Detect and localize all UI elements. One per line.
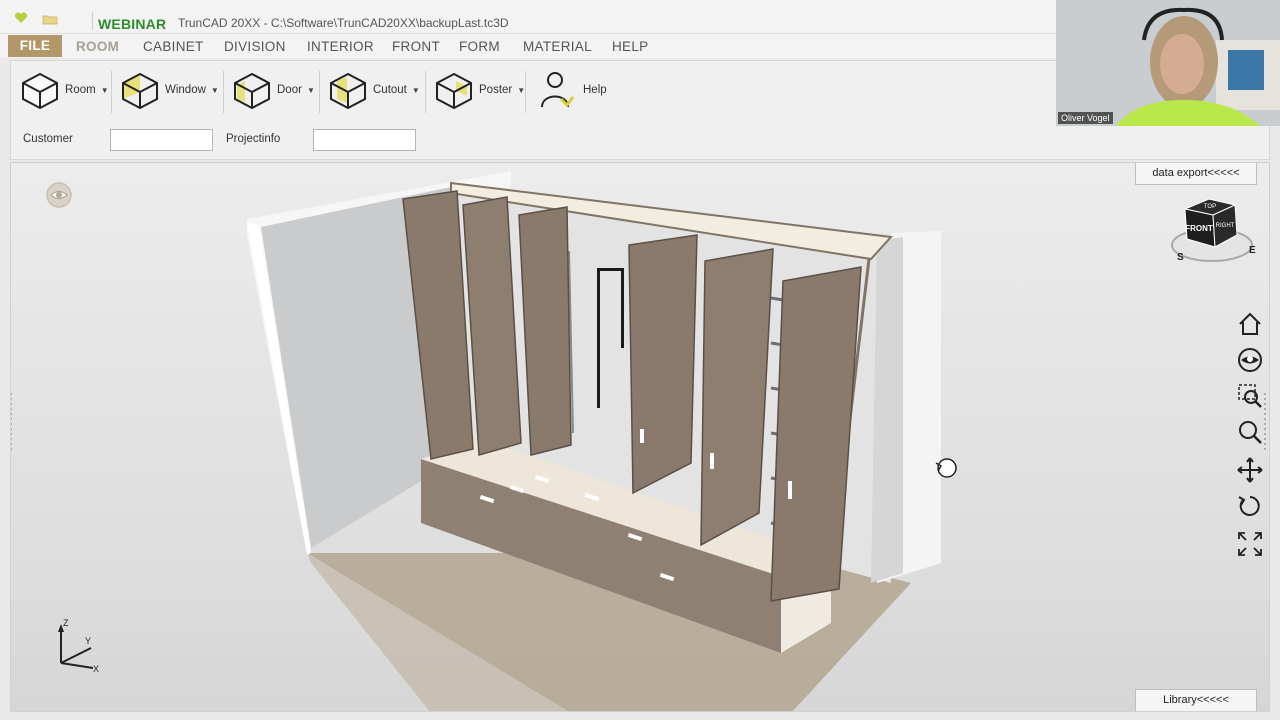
help-button-label: Help <box>583 84 607 96</box>
door-button[interactable]: Door ▼ <box>231 69 315 111</box>
cutout-icon <box>330 72 366 110</box>
zoom-window-icon[interactable] <box>1235 381 1265 411</box>
window-button[interactable]: Window ▼ <box>119 69 219 111</box>
ribbon-separator <box>525 71 526 113</box>
menu-file[interactable]: FILE <box>8 35 62 57</box>
right-panel-handle[interactable] <box>1263 393 1267 453</box>
webcam-feed-image <box>1056 0 1280 126</box>
chevron-down-icon[interactable]: ▼ <box>412 86 420 95</box>
cutout-button-label: Cutout <box>373 84 407 96</box>
ribbon-separator <box>223 71 224 113</box>
chevron-down-icon[interactable]: ▼ <box>211 86 219 95</box>
heart-icon[interactable] <box>14 12 28 24</box>
navigation-cube[interactable]: TOP FRONT RIGHT S E <box>1167 193 1257 268</box>
compass-east-label: E <box>1249 245 1256 256</box>
projectinfo-field[interactable] <box>313 129 416 151</box>
rotate-cursor-icon <box>935 458 957 478</box>
help-button[interactable]: Help <box>537 69 607 111</box>
poster-button[interactable]: Poster ▼ <box>433 69 525 111</box>
data-export-tab[interactable]: data export<<<<< <box>1135 163 1257 185</box>
chevron-down-icon[interactable]: ▼ <box>101 86 109 95</box>
menu-interior[interactable]: INTERIOR <box>307 39 374 54</box>
participant-name-label: Oliver Vogel <box>1058 112 1113 124</box>
room-button[interactable]: Room ▼ <box>19 69 109 111</box>
cutout-button[interactable]: Cutout ▼ <box>327 69 420 111</box>
3d-viewport[interactable]: data export<<<<< TOP FRONT RIGHT S E Z Y… <box>10 162 1270 712</box>
customer-label: Customer <box>23 133 73 145</box>
axis-indicator: Z Y X <box>58 618 99 674</box>
window-title: TrunCAD 20XX - C:\Software\TrunCAD20XX\b… <box>178 16 509 30</box>
navcube-front-face[interactable]: FRONT <box>1185 224 1213 233</box>
customer-field[interactable] <box>110 129 213 151</box>
visibility-eye-icon[interactable] <box>45 181 73 209</box>
window-button-label: Window <box>165 84 206 96</box>
menu-division[interactable]: DIVISION <box>224 39 286 54</box>
projectinfo-label: Projectinfo <box>226 133 281 145</box>
door-button-label: Door <box>277 84 302 96</box>
ribbon-separator <box>111 71 112 113</box>
fit-screen-icon[interactable] <box>1235 529 1265 559</box>
wardrobe-3d-model[interactable] <box>11 163 1270 712</box>
webcam-video: Oliver Vogel <box>1056 0 1280 126</box>
ribbon-separator <box>319 71 320 113</box>
navcube-right-face[interactable]: RIGHT <box>1216 223 1235 229</box>
axis-x-label: X <box>93 664 99 674</box>
chevron-down-icon[interactable]: ▼ <box>517 86 525 95</box>
brand-label: WEBINAR <box>98 16 167 32</box>
left-panel-handle[interactable] <box>10 393 13 453</box>
axis-z-label: Z <box>63 618 69 628</box>
menu-material[interactable]: MATERIAL <box>523 39 592 54</box>
pan-icon[interactable] <box>1235 455 1265 485</box>
home-icon[interactable] <box>1235 309 1265 339</box>
menu-cabinet[interactable]: CABINET <box>143 39 204 54</box>
room-icon <box>22 72 58 110</box>
zoom-icon[interactable] <box>1235 417 1265 447</box>
navcube-top-face[interactable]: TOP <box>1204 204 1216 210</box>
poster-button-label: Poster <box>479 84 513 96</box>
ribbon-separator <box>425 71 426 113</box>
quick-access-toolbar <box>12 10 72 28</box>
window-icon <box>122 72 158 110</box>
rotate-icon[interactable] <box>1235 491 1265 521</box>
menu-front[interactable]: FRONT <box>392 39 440 54</box>
compass-south-label: S <box>1177 252 1184 263</box>
folder-icon[interactable] <box>42 14 58 25</box>
menu-form[interactable]: FORM <box>459 39 500 54</box>
help-person-icon <box>541 72 575 108</box>
menu-bar: FILE ROOM CABINET DIVISION INTERIOR FRON… <box>0 34 1056 58</box>
door-icon <box>234 72 270 110</box>
eye-view-icon[interactable] <box>1235 345 1265 375</box>
library-tab[interactable]: Library<<<<< <box>1135 689 1257 711</box>
title-separator <box>92 12 93 30</box>
poster-icon <box>436 72 472 110</box>
menu-room[interactable]: ROOM <box>76 39 119 54</box>
room-button-label: Room <box>65 84 96 96</box>
menu-help[interactable]: HELP <box>612 39 648 54</box>
axis-y-label: Y <box>85 636 91 646</box>
chevron-down-icon[interactable]: ▼ <box>307 86 315 95</box>
